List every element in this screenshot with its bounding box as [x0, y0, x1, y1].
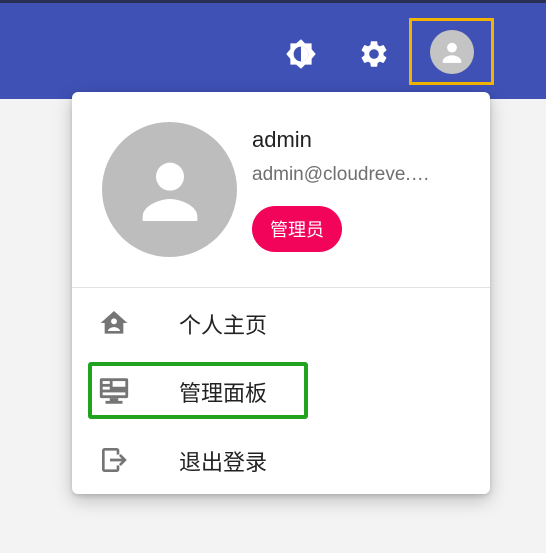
menu-item-label: 个人主页: [179, 314, 268, 339]
menu-item-label: 退出登录: [179, 451, 268, 476]
user-avatar-icon: [142, 162, 197, 221]
brightness-icon: [286, 39, 316, 69]
role-badge: 管理员: [252, 206, 342, 252]
user-avatar-button[interactable]: [409, 18, 494, 85]
top-app-bar: [0, 0, 546, 99]
home-account-icon: [100, 311, 128, 334]
menu-item-logout[interactable]: 退出登录: [72, 427, 490, 493]
brightness-toggle-button[interactable]: [281, 34, 321, 74]
profile-username: admin: [252, 127, 312, 152]
profile-avatar: [102, 122, 237, 257]
menu-item-icon: [96, 373, 132, 409]
menu-item-admin-panel[interactable]: 管理面板: [72, 358, 490, 424]
profile-email: admin@cloudreve.…: [252, 164, 430, 185]
logout-icon: [102, 448, 127, 472]
user-avatar-icon: [442, 42, 461, 63]
menu-item-home[interactable]: 个人主页: [72, 290, 490, 356]
admin-panel-icon: [99, 378, 129, 404]
user-menu-popover: admin admin@cloudreve.… 管理员 个人主页 管理面板 退出…: [72, 92, 490, 494]
avatar: [429, 29, 474, 74]
menu-item-label: 管理面板: [179, 382, 268, 407]
user-profile-card: admin admin@cloudreve.… 管理员: [72, 92, 490, 287]
settings-icon: [361, 41, 387, 67]
menu-item-icon: [96, 305, 132, 341]
menu-divider: [72, 287, 490, 288]
menu-item-icon: [96, 442, 132, 478]
settings-button[interactable]: [354, 34, 394, 74]
